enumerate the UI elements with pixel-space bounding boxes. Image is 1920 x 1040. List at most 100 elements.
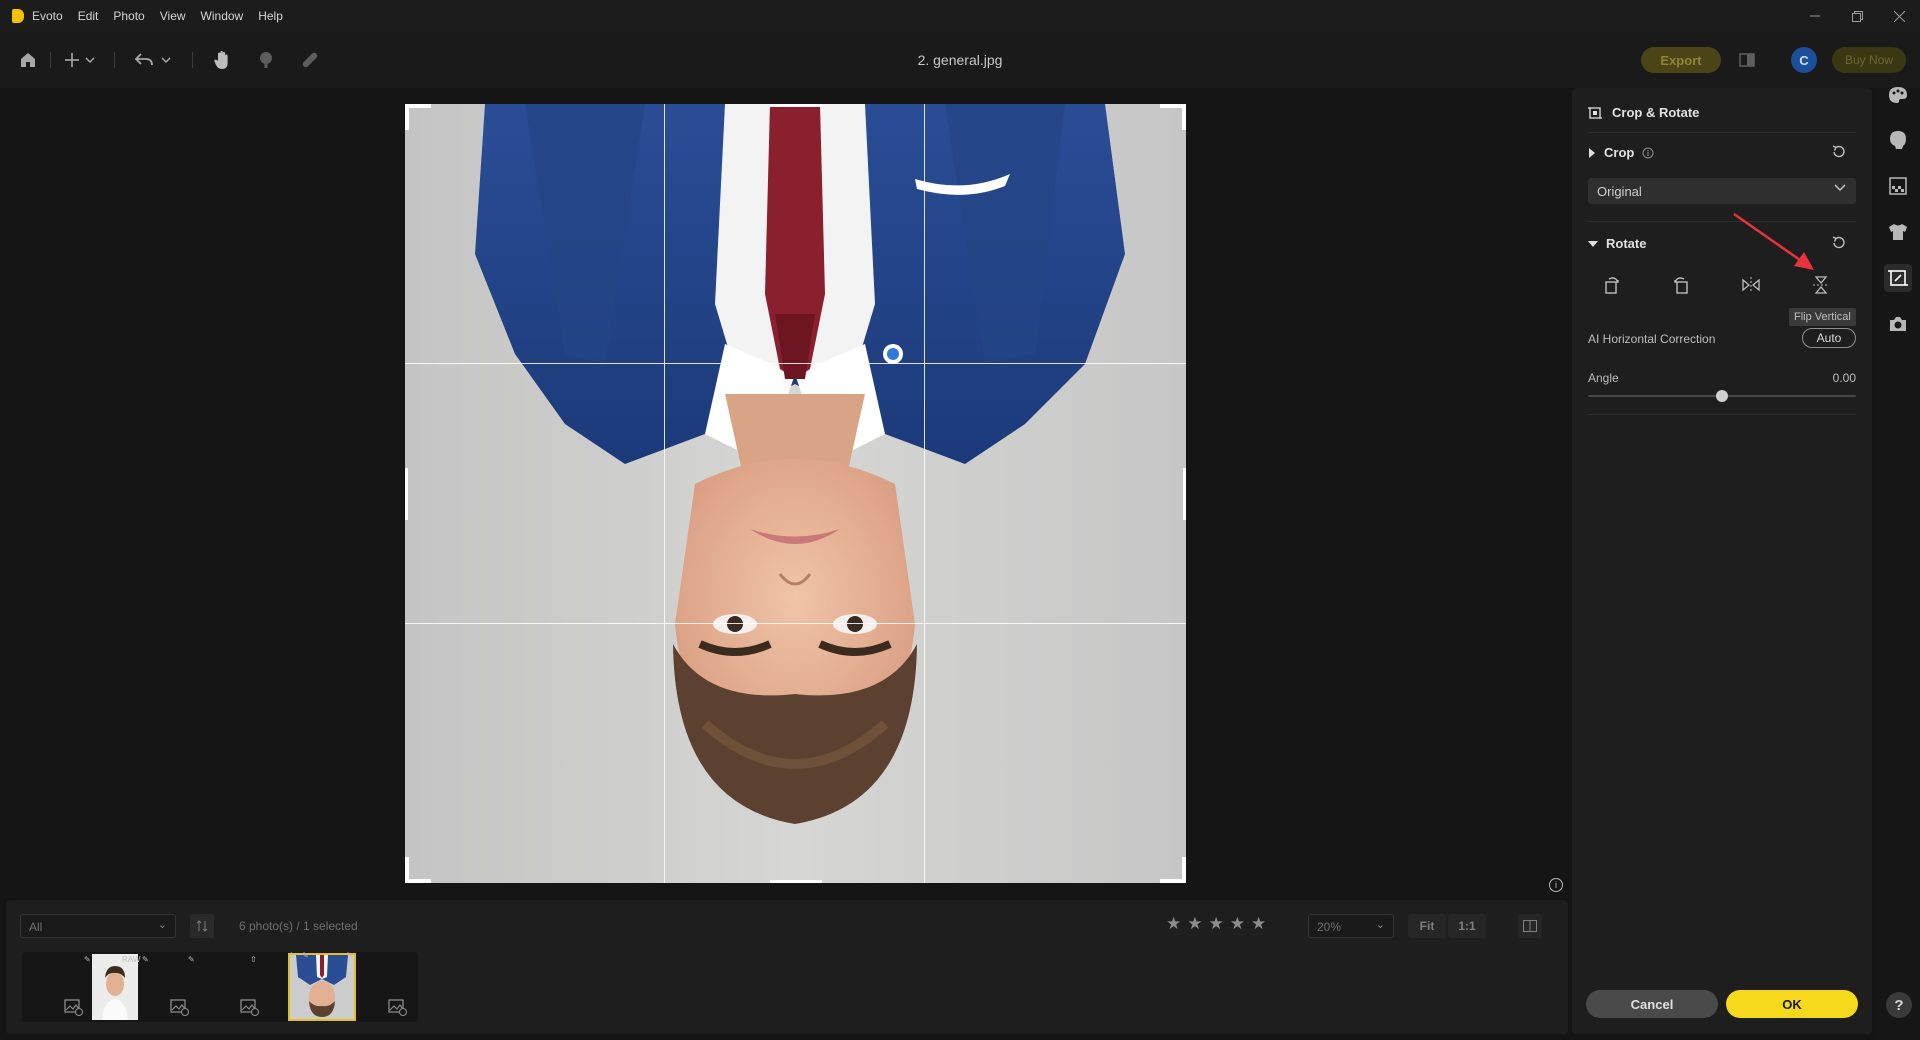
- chevron-down-icon[interactable]: [82, 46, 98, 74]
- crop-grid-line: [664, 104, 665, 883]
- reset-icon[interactable]: [1830, 143, 1848, 161]
- thumbnail[interactable]: ⇧: [204, 952, 274, 1022]
- hand-icon[interactable]: [208, 46, 236, 74]
- crop-handle-bottom-left[interactable]: [405, 857, 409, 883]
- annotation-arrow: [1733, 212, 1814, 270]
- toolbar-divider: [114, 52, 115, 68]
- thumbnail[interactable]: [348, 952, 418, 1022]
- cancel-button[interactable]: Cancel: [1586, 990, 1718, 1018]
- edit-icon: ✎: [188, 955, 195, 964]
- minimize-icon[interactable]: [1794, 0, 1836, 32]
- help-button[interactable]: ?: [1886, 992, 1912, 1018]
- chevron-down-icon: [1834, 184, 1846, 192]
- info-icon[interactable]: i: [1549, 878, 1563, 892]
- rotate-right-icon[interactable]: [1670, 274, 1692, 296]
- menu-photo[interactable]: Photo: [113, 9, 144, 23]
- app-name: Evoto: [32, 9, 63, 23]
- main-toolbar: 2. general.jpg Export C Buy Now: [0, 32, 1920, 88]
- star-icon[interactable]: ★: [1230, 914, 1245, 934]
- user-avatar[interactable]: C: [1791, 47, 1817, 73]
- background-icon[interactable]: [1884, 172, 1912, 200]
- crop-icon[interactable]: [1884, 264, 1912, 292]
- upload-icon: ⇧: [250, 955, 257, 964]
- caret-right-icon: [1589, 147, 1595, 158]
- close-icon[interactable]: [1878, 0, 1920, 32]
- star-icon[interactable]: ★: [1187, 914, 1202, 934]
- crop-handle-right[interactable]: [1183, 468, 1186, 520]
- sort-button[interactable]: [190, 914, 214, 938]
- brush-icon[interactable]: [252, 46, 280, 74]
- thumbnail-image: [288, 953, 356, 1021]
- reset-icon[interactable]: [1830, 234, 1848, 252]
- undo-icon[interactable]: [130, 46, 158, 74]
- toolbar-divider: [192, 52, 193, 68]
- flip-vertical-icon[interactable]: [1810, 274, 1832, 296]
- star-icon[interactable]: ★: [1166, 914, 1181, 934]
- menu-view[interactable]: View: [160, 9, 186, 23]
- thumbnail-selected[interactable]: ⇧ ✎ ✎: [282, 951, 356, 1022]
- rotate-section-label: Rotate: [1606, 236, 1647, 251]
- split-view-button[interactable]: [1518, 914, 1542, 938]
- fit-button[interactable]: Fit: [1408, 914, 1446, 938]
- palette-icon[interactable]: [1884, 81, 1912, 109]
- panel-header: Crop & Rotate: [1588, 105, 1699, 120]
- crop-handle-bottom-right[interactable]: [1182, 857, 1186, 883]
- rotate-left-icon[interactable]: [1601, 274, 1623, 296]
- title-bar: Evoto Edit Photo View Window Help: [0, 0, 1920, 32]
- filmstrip-bar: All ⌄ 6 photo(s) / 1 selected ★ ★ ★ ★ ★ …: [6, 900, 1568, 1034]
- menu-window[interactable]: Window: [201, 9, 244, 23]
- filter-select[interactable]: All ⌄: [20, 914, 176, 938]
- photo-preview[interactable]: [405, 104, 1186, 883]
- crop-ratio-value: Original: [1597, 184, 1642, 199]
- menu-help[interactable]: Help: [258, 9, 283, 23]
- crop-grid-line: [405, 623, 1186, 624]
- panel-divider: [1588, 132, 1856, 133]
- angle-slider-thumb[interactable]: [1716, 390, 1728, 402]
- compare-icon[interactable]: [1734, 46, 1762, 74]
- evoto-logo-icon: [12, 9, 24, 23]
- zoom-value: 20%: [1317, 920, 1342, 934]
- flip-horizontal-icon[interactable]: [1740, 274, 1762, 296]
- home-icon[interactable]: [14, 46, 42, 74]
- crop-rotate-panel: Crop & Rotate Crop i Original Rotate Fli…: [1572, 88, 1872, 1034]
- crop-section-label: Crop: [1604, 145, 1635, 160]
- one-to-one-button[interactable]: 1:1: [1448, 914, 1486, 938]
- crop-handle-bottom[interactable]: [770, 880, 822, 883]
- image-placeholder-icon: [64, 999, 84, 1016]
- face-icon[interactable]: [1884, 126, 1912, 154]
- help-circle-icon[interactable]: i: [1642, 147, 1654, 159]
- thumbnail[interactable]: RAW ✎ ✎: [22, 952, 149, 1022]
- thumbnail-strip: RAW ✎ ✎ ✎ ⇧ ⇧ ✎ ✎: [22, 951, 418, 1022]
- editor-canvas: i: [0, 88, 1568, 898]
- crop-ratio-select[interactable]: Original: [1588, 178, 1856, 204]
- chevron-down-icon: ⌄: [1375, 919, 1385, 931]
- chevron-down-icon[interactable]: [158, 46, 174, 74]
- svg-text:i: i: [1647, 149, 1649, 158]
- toolbar-divider: [50, 52, 51, 68]
- restore-icon[interactable]: [1836, 0, 1878, 32]
- crop-handle-top[interactable]: [770, 104, 822, 107]
- star-icon[interactable]: ★: [1209, 914, 1224, 934]
- ai-horizontal-label: AI Horizontal Correction: [1588, 332, 1716, 346]
- crop-handle-top-right[interactable]: [1182, 104, 1186, 130]
- zoom-select[interactable]: 20% ⌄: [1308, 914, 1394, 938]
- rotate-section-toggle[interactable]: Rotate: [1588, 236, 1646, 251]
- export-button[interactable]: Export: [1641, 47, 1721, 73]
- buy-now-button[interactable]: Buy Now: [1832, 47, 1906, 73]
- crop-section-toggle[interactable]: Crop i: [1588, 145, 1654, 160]
- sort-icon: [196, 920, 208, 932]
- camera-icon[interactable]: [1884, 310, 1912, 338]
- eraser-icon[interactable]: [296, 46, 324, 74]
- auto-button[interactable]: Auto: [1802, 328, 1856, 348]
- star-icon[interactable]: ★: [1251, 914, 1266, 934]
- thumbnail[interactable]: ✎: [134, 952, 204, 1022]
- menu-edit[interactable]: Edit: [78, 9, 99, 23]
- ok-button[interactable]: OK: [1726, 990, 1858, 1018]
- crop-handle-left[interactable]: [405, 468, 408, 520]
- portrait-image: [405, 104, 1186, 883]
- crop-handle-top-left[interactable]: [405, 104, 409, 130]
- panel-divider: [1588, 414, 1856, 415]
- image-placeholder-icon: [240, 999, 260, 1016]
- caret-down-icon: [1588, 240, 1598, 247]
- clothing-icon[interactable]: [1884, 218, 1912, 246]
